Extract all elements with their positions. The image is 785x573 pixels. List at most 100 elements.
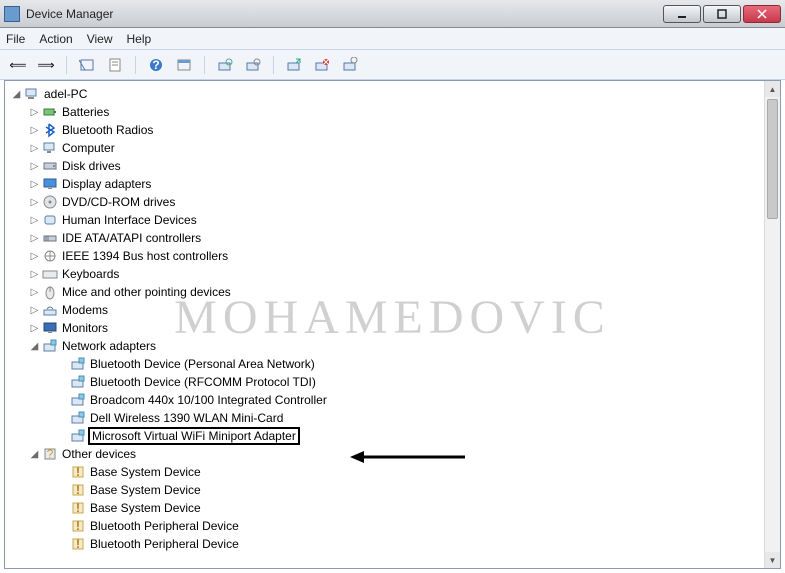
hid-icon xyxy=(42,212,58,228)
close-button[interactable] xyxy=(743,5,781,23)
expander-icon[interactable]: ▷ xyxy=(27,179,42,190)
tree-category[interactable]: ▷IDE ATA/ATAPI controllers xyxy=(5,229,764,247)
expander-icon[interactable]: ▷ xyxy=(27,287,42,298)
tree-item-label: Network adapters xyxy=(62,339,156,353)
minimize-button[interactable] xyxy=(663,5,701,23)
tree-category[interactable]: ▷ Bluetooth Radios xyxy=(5,121,764,139)
tree-device[interactable]: Microsoft Virtual WiFi Miniport Adapter xyxy=(5,427,764,445)
tree-device[interactable]: Broadcom 440x 10/100 Integrated Controll… xyxy=(5,391,764,409)
scan-hardware-button[interactable] xyxy=(213,54,237,76)
expander-icon[interactable]: ▷ xyxy=(27,269,42,280)
tree-category[interactable]: ▷Batteries xyxy=(5,103,764,121)
tree-item-label: Base System Device xyxy=(90,501,201,515)
svg-text:!: ! xyxy=(76,465,80,479)
svg-text:!: ! xyxy=(76,501,80,515)
maximize-button[interactable] xyxy=(703,5,741,23)
menu-action[interactable]: Action xyxy=(39,32,72,46)
expander-icon[interactable]: ▷ xyxy=(27,251,42,262)
tree-category[interactable]: ▷Mice and other pointing devices xyxy=(5,283,764,301)
vertical-scrollbar[interactable]: ▲ ▼ xyxy=(764,81,780,568)
expander-icon[interactable]: ▷ xyxy=(27,125,42,136)
tree-category[interactable]: ▷Disk drives xyxy=(5,157,764,175)
expander-icon[interactable]: ◢ xyxy=(27,449,42,460)
unknown-icon: ! xyxy=(70,500,86,516)
back-button[interactable]: ⟸ xyxy=(6,54,30,76)
tree-device[interactable]: !Base System Device xyxy=(5,463,764,481)
expander-icon[interactable]: ▷ xyxy=(27,143,42,154)
expander-icon[interactable]: ▷ xyxy=(27,323,42,334)
add-legacy-button[interactable] xyxy=(241,54,265,76)
update-driver-button[interactable] xyxy=(282,54,306,76)
device-tree[interactable]: ◢adel-PC▷Batteries▷Bluetooth Radios▷Comp… xyxy=(5,81,764,568)
expander-icon[interactable]: ▷ xyxy=(27,197,42,208)
help-button[interactable]: ? xyxy=(144,54,168,76)
tree-category[interactable]: ◢?Other devices xyxy=(5,445,764,463)
tree-item-label: Bluetooth Peripheral Device xyxy=(90,519,239,533)
menu-file[interactable]: File xyxy=(6,32,25,46)
tree-category[interactable]: ◢ Network adapters xyxy=(5,337,764,355)
tree-item-label: Bluetooth Device (Personal Area Network) xyxy=(90,357,315,371)
svg-text:!: ! xyxy=(76,483,80,497)
computer-icon xyxy=(42,140,58,156)
tree-category[interactable]: ▷ Modems xyxy=(5,301,764,319)
netadapter-icon xyxy=(70,356,86,372)
scroll-down-button[interactable]: ▼ xyxy=(765,552,780,568)
expander-icon[interactable]: ▷ xyxy=(27,305,42,316)
tree-device[interactable]: ! Base System Device xyxy=(5,499,764,517)
toolbar: ⟸ ⟹ ? xyxy=(0,50,785,80)
tree-item-label: Bluetooth Device (RFCOMM Protocol TDI) xyxy=(90,375,316,389)
monitor-icon xyxy=(42,320,58,336)
scroll-thumb[interactable] xyxy=(767,99,778,219)
tree-category[interactable]: ▷Monitors xyxy=(5,319,764,337)
forward-button[interactable]: ⟹ xyxy=(34,54,58,76)
tree-category[interactable]: ▷Computer xyxy=(5,139,764,157)
tree-category[interactable]: ▷ DVD/CD-ROM drives xyxy=(5,193,764,211)
expander-icon[interactable]: ▷ xyxy=(27,215,42,226)
svg-text:!: ! xyxy=(76,519,80,533)
tree-item-label: adel-PC xyxy=(44,87,87,101)
properties-button[interactable] xyxy=(103,54,127,76)
tree-device[interactable]: Dell Wireless 1390 WLAN Mini-Card xyxy=(5,409,764,427)
uninstall-button[interactable] xyxy=(310,54,334,76)
expander-icon[interactable]: ◢ xyxy=(9,89,24,100)
tree-device[interactable]: Bluetooth Device (RFCOMM Protocol TDI) xyxy=(5,373,764,391)
expander-icon[interactable]: ◢ xyxy=(27,341,42,352)
unknown-icon: ! xyxy=(70,482,86,498)
tree-device[interactable]: ! Bluetooth Peripheral Device xyxy=(5,517,764,535)
tree-item-label: IEEE 1394 Bus host controllers xyxy=(62,249,228,263)
unknown-icon: ! xyxy=(70,464,86,480)
tree-item-label: Display adapters xyxy=(62,177,151,191)
window-title: Device Manager xyxy=(26,7,113,21)
bluetooth-icon xyxy=(42,122,58,138)
show-hide-button[interactable] xyxy=(75,54,99,76)
tree-panel: ◢adel-PC▷Batteries▷Bluetooth Radios▷Comp… xyxy=(4,80,781,569)
menu-view[interactable]: View xyxy=(87,32,113,46)
display-icon xyxy=(42,176,58,192)
tree-device[interactable]: Bluetooth Device (Personal Area Network) xyxy=(5,355,764,373)
toolbar-separator xyxy=(273,56,274,74)
expander-icon[interactable]: ▷ xyxy=(27,107,42,118)
menu-help[interactable]: Help xyxy=(127,32,152,46)
tree-category[interactable]: ▷Keyboards xyxy=(5,265,764,283)
computer-root-icon xyxy=(24,86,40,102)
tree-root[interactable]: ◢ adel-PC xyxy=(5,85,764,103)
scroll-up-button[interactable]: ▲ xyxy=(765,81,780,97)
netadapter-icon xyxy=(70,374,86,390)
svg-text:!: ! xyxy=(76,537,80,551)
ide-icon xyxy=(42,230,58,246)
action-view-button[interactable] xyxy=(172,54,196,76)
tree-category[interactable]: ▷ IEEE 1394 Bus host controllers xyxy=(5,247,764,265)
battery-icon xyxy=(42,104,58,120)
tree-item-label: Bluetooth Radios xyxy=(62,123,153,137)
tree-category[interactable]: ▷Human Interface Devices xyxy=(5,211,764,229)
tree-device[interactable]: !Bluetooth Peripheral Device xyxy=(5,535,764,553)
expander-icon[interactable]: ▷ xyxy=(27,233,42,244)
expander-icon[interactable]: ▷ xyxy=(27,161,42,172)
tree-device[interactable]: !Base System Device xyxy=(5,481,764,499)
disable-button[interactable] xyxy=(338,54,362,76)
tree-item-label: DVD/CD-ROM drives xyxy=(62,195,175,209)
tree-category[interactable]: ▷ Display adapters xyxy=(5,175,764,193)
title-bar: Device Manager xyxy=(0,0,785,28)
tree-item-label: Modems xyxy=(62,303,108,317)
svg-text:?: ? xyxy=(152,58,159,72)
